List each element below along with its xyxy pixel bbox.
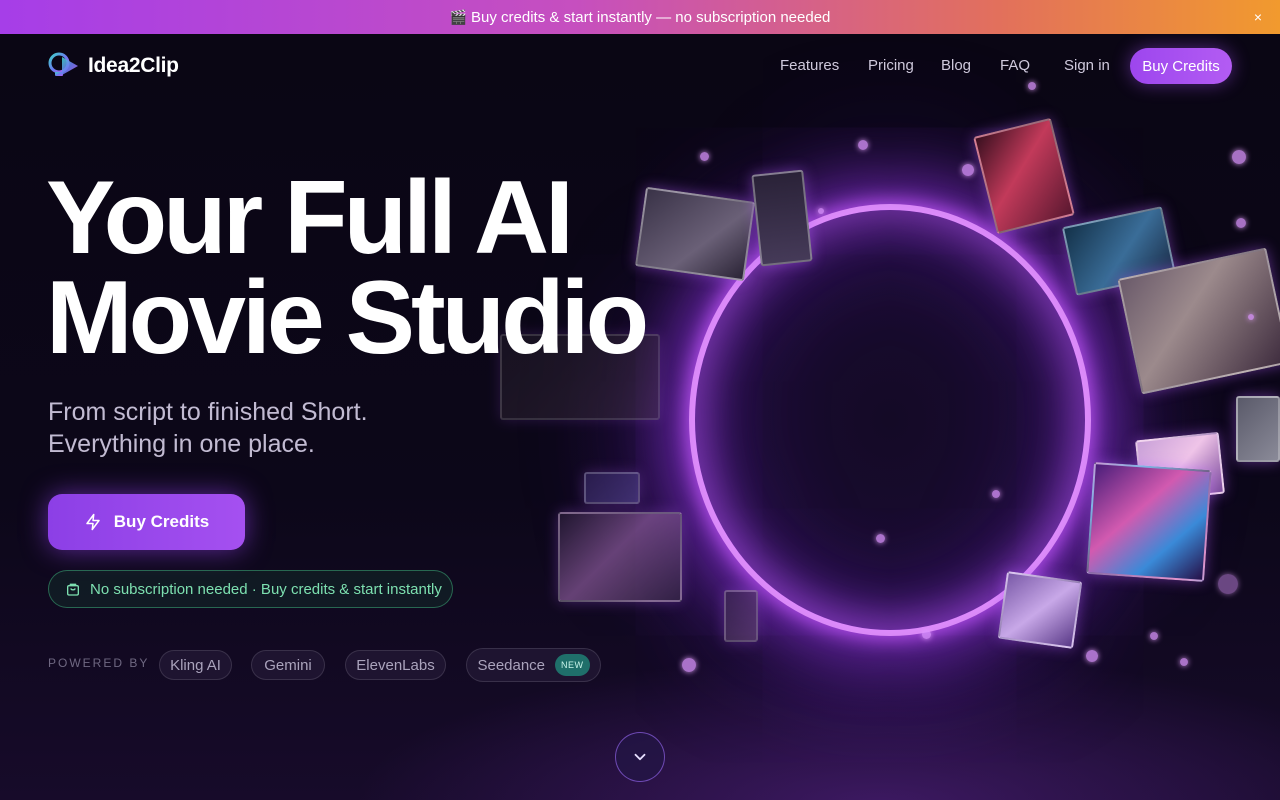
provider-name: ElevenLabs <box>356 656 435 674</box>
lightning-icon <box>86 513 100 531</box>
nav-buy-credits-button[interactable]: Buy Credits <box>1130 48 1232 84</box>
provider-chip-gemini: Gemini <box>251 650 325 680</box>
film-frame <box>751 169 813 267</box>
hero-buy-credits-button[interactable]: Buy Credits <box>48 494 245 550</box>
provider-chip-elevenlabs: ElevenLabs <box>345 650 446 680</box>
particle <box>858 140 868 150</box>
particle <box>1086 650 1098 662</box>
particle <box>682 658 696 672</box>
portal-artwork <box>695 210 1085 630</box>
film-frame <box>634 186 756 282</box>
provider-name: Seedance <box>477 656 546 674</box>
provider-name: Gemini <box>264 656 312 674</box>
no-subscription-notice: No subscription needed · Buy credits & s… <box>48 570 453 608</box>
scroll-down-button[interactable] <box>615 732 665 782</box>
nav-link-features[interactable]: Features <box>780 57 839 74</box>
film-frame <box>997 571 1083 649</box>
nav-link-pricing[interactable]: Pricing <box>868 57 914 74</box>
particle <box>700 152 709 161</box>
close-icon[interactable]: × <box>1250 9 1266 25</box>
particle <box>922 630 931 639</box>
sign-in-link[interactable]: Sign in <box>1064 57 1110 74</box>
particle <box>962 164 974 176</box>
particle <box>1150 632 1158 640</box>
notice-text: No subscription needed · Buy credits & s… <box>90 580 442 598</box>
chevron-down-icon <box>634 753 646 761</box>
film-frame <box>1236 396 1280 462</box>
particle <box>818 208 824 214</box>
new-badge: NEW <box>555 654 590 676</box>
top-nav: Idea2Clip Features Pricing Blog FAQ Sign… <box>0 34 1280 100</box>
brand-name: Idea2Clip <box>88 54 179 77</box>
particle <box>1236 218 1246 228</box>
announcement-text: Buy credits & start instantly — no subsc… <box>471 8 831 26</box>
clapperboard-icon: 🎬 <box>449 8 468 25</box>
shopping-bag-icon <box>67 583 79 596</box>
film-frame <box>1086 462 1212 582</box>
particle <box>992 490 1000 498</box>
film-frame <box>584 472 640 504</box>
nav-link-faq[interactable]: FAQ <box>1000 57 1030 74</box>
brand-logo[interactable]: Idea2Clip <box>48 52 179 80</box>
announcement-bar: 🎬 Buy credits & start instantly — no sub… <box>0 0 1280 34</box>
subtitle-line-2: Everything in one place. <box>48 430 315 458</box>
hero-subtitle: From script to finished Short. Everythin… <box>48 396 368 460</box>
film-frame <box>558 512 682 602</box>
play-bulb-icon <box>48 52 78 76</box>
particle <box>1180 658 1188 666</box>
hero-headline: Your Full AI Movie Studio <box>46 160 649 376</box>
particle <box>876 534 885 543</box>
particle <box>1248 314 1254 320</box>
headline-line-2: Movie Studio <box>46 260 649 376</box>
film-frame <box>724 590 758 642</box>
particle <box>1232 150 1246 164</box>
headline-line-1: Your Full AI <box>46 160 574 276</box>
film-frame <box>973 117 1075 235</box>
subtitle-line-1: From script to finished Short. <box>48 398 368 426</box>
particle <box>1218 574 1238 594</box>
nav-link-blog[interactable]: Blog <box>941 57 971 74</box>
provider-chip-kling: Kling AI <box>159 650 232 680</box>
powered-by-label: POWERED BY <box>48 656 150 670</box>
provider-chip-seedance: Seedance NEW <box>466 648 601 682</box>
hero-cta-label: Buy Credits <box>113 512 210 531</box>
provider-name: Kling AI <box>170 656 221 674</box>
